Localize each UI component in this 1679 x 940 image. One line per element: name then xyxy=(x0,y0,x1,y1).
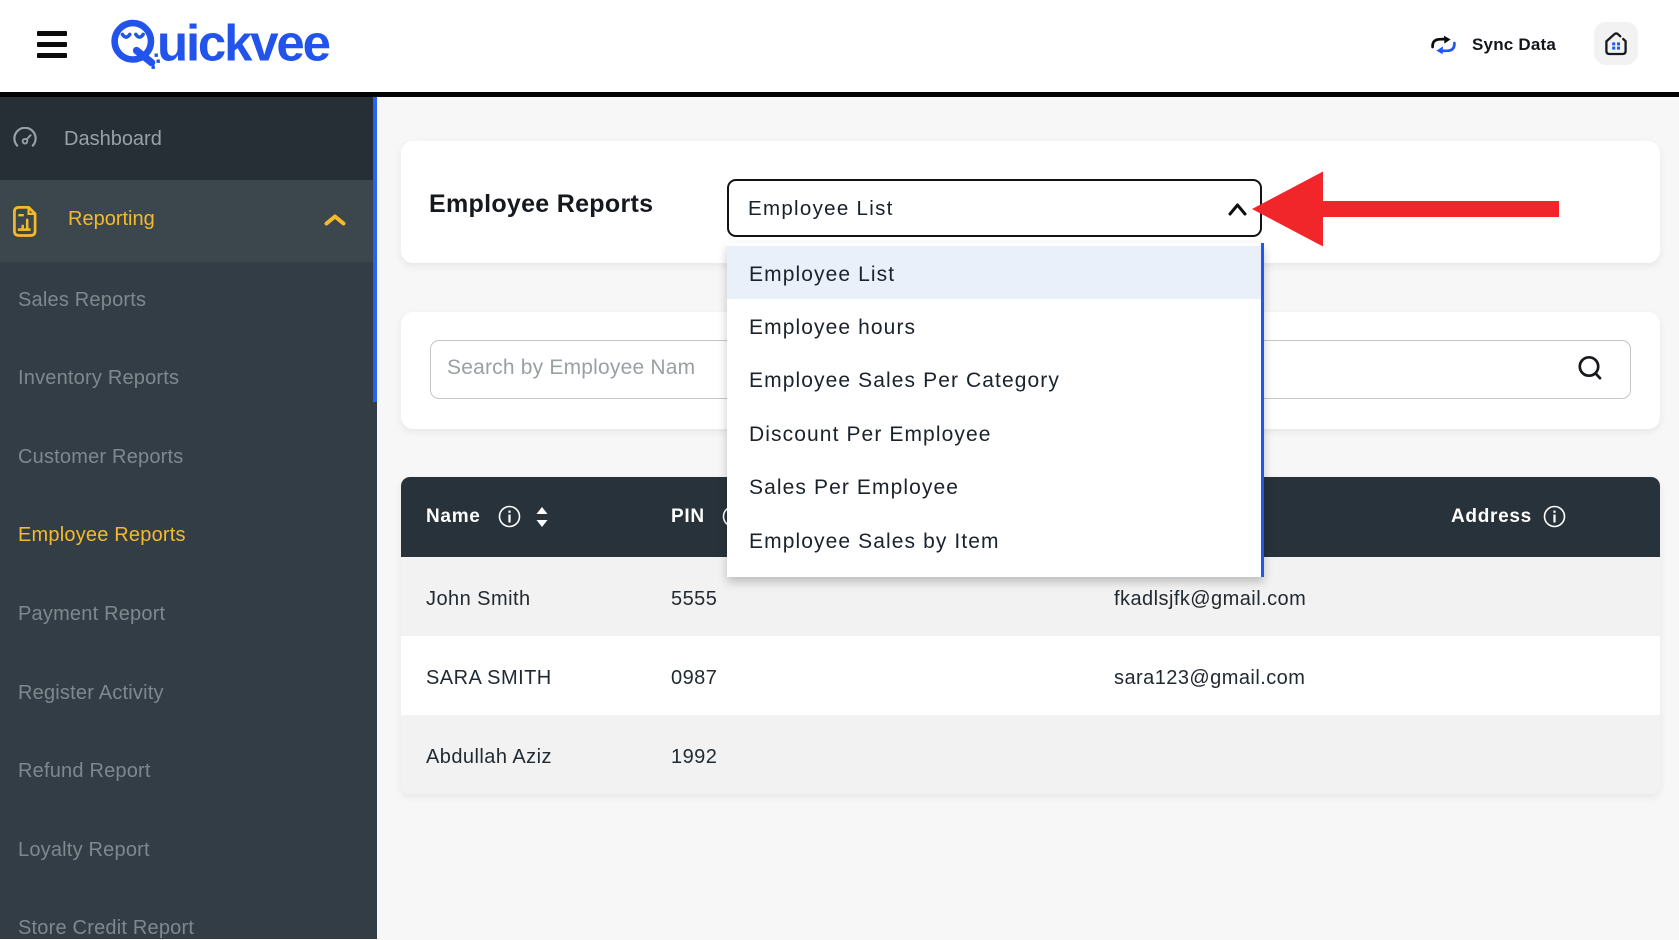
svg-text:uickvee: uickvee xyxy=(157,15,330,71)
